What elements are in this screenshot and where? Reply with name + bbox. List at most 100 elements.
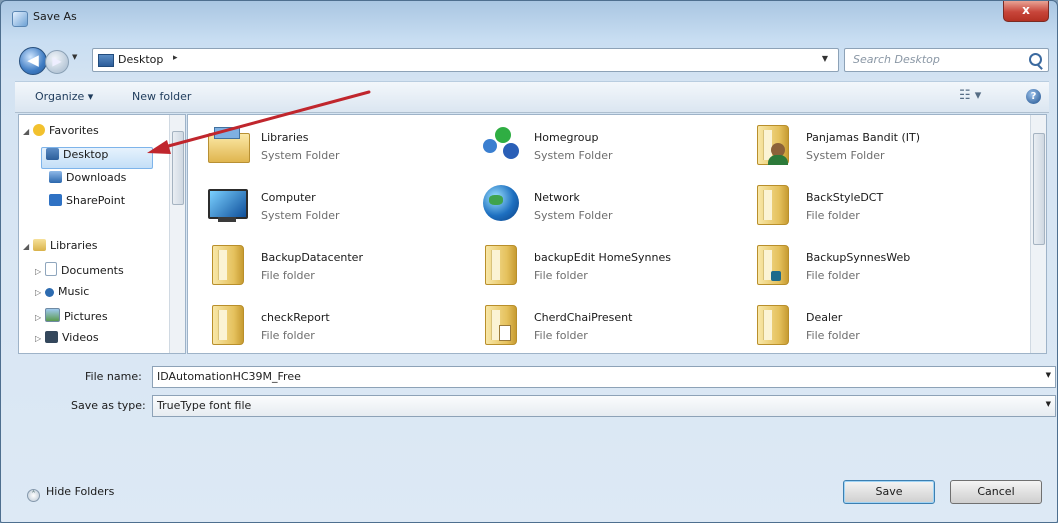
help-icon[interactable]: ? bbox=[1026, 89, 1041, 104]
search-icon[interactable] bbox=[1029, 53, 1042, 66]
collapse-icon: ˄ bbox=[27, 489, 40, 502]
list-item[interactable]: Homegroup System Folder bbox=[479, 117, 749, 173]
file-list-scrollbar[interactable] bbox=[1030, 115, 1046, 353]
nav-desktop[interactable]: Desktop bbox=[41, 147, 153, 169]
collapse-arrow-icon[interactable]: ◢ bbox=[23, 242, 33, 251]
list-item[interactable]: Dealer File folder bbox=[751, 297, 1021, 353]
chevron-down-icon[interactable]: ▼ bbox=[1046, 371, 1051, 379]
item-type: File folder bbox=[806, 329, 860, 342]
save-as-type-label: Save as type: bbox=[71, 399, 146, 412]
back-button[interactable]: ◀ bbox=[19, 47, 47, 75]
nav-libraries-label: Libraries bbox=[50, 239, 98, 252]
list-item[interactable]: CherdChaiPresent File folder bbox=[479, 297, 749, 353]
item-name: CherdChaiPresent bbox=[534, 311, 633, 324]
nav-documents-label: Documents bbox=[61, 264, 124, 277]
file-name-label: File name: bbox=[85, 370, 142, 383]
desktop-icon bbox=[46, 148, 59, 160]
list-item[interactable]: backupEdit HomeSynnes File folder bbox=[479, 237, 749, 293]
address-row: ◀ ▶ ▼ Desktop ▸ ▼ ↻ Search Desktop bbox=[1, 35, 1057, 79]
folder-icon bbox=[751, 301, 795, 345]
downloads-icon bbox=[49, 171, 62, 183]
save-as-type-value[interactable]: TrueType font file bbox=[157, 399, 251, 412]
nav-music-label: Music bbox=[58, 285, 90, 298]
expand-arrow-icon[interactable]: ▷ bbox=[35, 288, 45, 297]
list-item[interactable]: Panjamas Bandit (IT) System Folder bbox=[751, 117, 1021, 173]
item-name: checkReport bbox=[261, 311, 330, 324]
nav-sharepoint[interactable]: SharePoint bbox=[49, 194, 125, 214]
file-list-scroll-thumb[interactable] bbox=[1033, 133, 1045, 245]
nav-downloads[interactable]: Downloads bbox=[49, 171, 126, 191]
forward-button[interactable]: ▶ bbox=[45, 50, 69, 74]
file-list: Libraries System Folder Homegroup System… bbox=[187, 114, 1047, 354]
nav-pictures[interactable]: ▷ Pictures bbox=[35, 308, 108, 328]
list-item[interactable]: Network System Folder bbox=[479, 177, 749, 233]
nav-favorites-label: Favorites bbox=[49, 124, 99, 137]
folder-icon bbox=[751, 181, 795, 225]
new-folder-button[interactable]: New folder bbox=[132, 90, 191, 103]
file-name-value[interactable]: IDAutomationHC39M_Free bbox=[157, 370, 301, 383]
navigation-pane: ◢ Favorites Desktop Downloads SharePoint … bbox=[18, 114, 186, 354]
item-type: File folder bbox=[534, 329, 588, 342]
hide-folders-button[interactable]: ˄ Hide Folders bbox=[27, 485, 114, 502]
search-placeholder: Search Desktop bbox=[853, 53, 940, 66]
item-type: File folder bbox=[261, 329, 315, 342]
window-title: Save As bbox=[33, 10, 77, 23]
hide-folders-label: Hide Folders bbox=[46, 485, 115, 498]
save-as-type-select[interactable]: TrueType font file ▼ bbox=[152, 395, 1056, 417]
libraries-icon bbox=[33, 239, 46, 251]
address-dropdown-icon[interactable]: ▼ bbox=[822, 54, 828, 63]
recent-pages-dropdown-icon[interactable]: ▼ bbox=[72, 53, 77, 61]
expand-arrow-icon[interactable]: ▷ bbox=[35, 334, 45, 343]
homegroup-icon bbox=[479, 121, 523, 165]
pictures-icon bbox=[45, 308, 60, 322]
nav-music[interactable]: ▷ Music bbox=[35, 285, 89, 305]
app-icon bbox=[12, 11, 28, 27]
documents-icon bbox=[45, 262, 57, 276]
command-toolbar: Organize ▾ New folder ☷ ▾ ? bbox=[15, 81, 1049, 113]
nav-desktop-label: Desktop bbox=[63, 148, 109, 161]
organize-button[interactable]: Organize ▾ bbox=[35, 90, 93, 103]
item-name: Libraries bbox=[261, 131, 309, 144]
expand-arrow-icon[interactable]: ▷ bbox=[35, 313, 45, 322]
item-name: BackStyleDCT bbox=[806, 191, 884, 204]
close-button[interactable]: x bbox=[1003, 1, 1049, 22]
list-item[interactable]: Libraries System Folder bbox=[206, 117, 476, 173]
cancel-button[interactable]: Cancel bbox=[950, 480, 1042, 504]
nav-documents[interactable]: ▷ Documents bbox=[35, 262, 124, 282]
nav-scrollbar[interactable] bbox=[169, 115, 185, 353]
folder-icon bbox=[479, 301, 523, 345]
nav-libraries[interactable]: ◢ Libraries bbox=[23, 239, 98, 259]
collapse-arrow-icon[interactable]: ◢ bbox=[23, 127, 33, 136]
nav-scroll-thumb[interactable] bbox=[172, 131, 184, 205]
save-button[interactable]: Save bbox=[843, 480, 935, 504]
search-input[interactable]: Search Desktop bbox=[844, 48, 1049, 72]
user-folder-icon bbox=[751, 121, 795, 165]
item-name: Homegroup bbox=[534, 131, 599, 144]
libraries-icon bbox=[206, 121, 250, 165]
nav-pictures-label: Pictures bbox=[64, 310, 108, 323]
desktop-folder-icon bbox=[98, 54, 114, 67]
sharepoint-icon bbox=[49, 194, 62, 206]
videos-icon bbox=[45, 331, 58, 343]
nav-videos[interactable]: ▷ Videos bbox=[35, 331, 99, 351]
address-path[interactable]: Desktop bbox=[118, 53, 163, 66]
list-item[interactable]: BackStyleDCT File folder bbox=[751, 177, 1021, 233]
address-bar[interactable]: Desktop ▸ ▼ bbox=[92, 48, 839, 72]
list-item[interactable]: BackupDatacenter File folder bbox=[206, 237, 476, 293]
expand-arrow-icon[interactable]: ▷ bbox=[35, 267, 45, 276]
item-type: System Folder bbox=[534, 149, 613, 162]
computer-icon bbox=[206, 181, 250, 225]
list-item[interactable]: Computer System Folder bbox=[206, 177, 476, 233]
item-type: File folder bbox=[806, 269, 860, 282]
file-name-input[interactable]: IDAutomationHC39M_Free ▼ bbox=[152, 366, 1056, 388]
list-item[interactable]: BackupSynnesWeb File folder bbox=[751, 237, 1021, 293]
item-type: System Folder bbox=[534, 209, 613, 222]
chevron-down-icon[interactable]: ▼ bbox=[1046, 400, 1051, 408]
item-type: System Folder bbox=[806, 149, 885, 162]
breadcrumb-chevron-icon[interactable]: ▸ bbox=[173, 53, 178, 63]
network-icon bbox=[479, 181, 523, 225]
change-view-icon[interactable]: ☷ ▾ bbox=[959, 88, 989, 106]
nav-favorites[interactable]: ◢ Favorites bbox=[23, 124, 99, 144]
item-name: Computer bbox=[261, 191, 316, 204]
list-item[interactable]: checkReport File folder bbox=[206, 297, 476, 353]
